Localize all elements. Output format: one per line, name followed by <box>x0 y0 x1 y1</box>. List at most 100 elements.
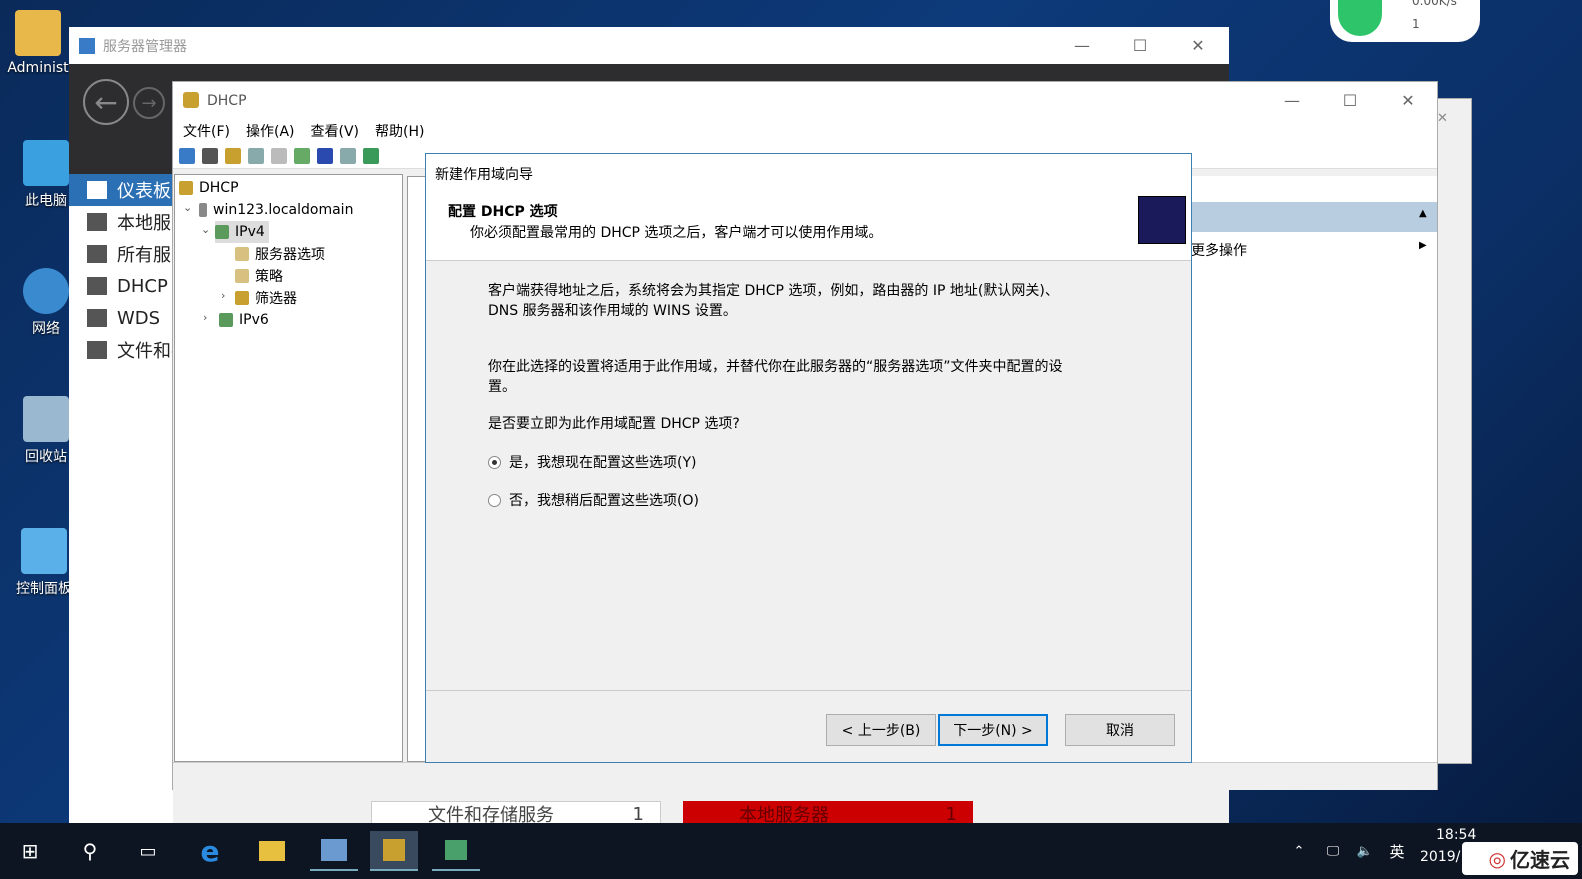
search-icon[interactable]: ⚲ <box>66 831 114 871</box>
properties-icon[interactable] <box>271 147 287 164</box>
wifi-icon <box>1338 0 1382 36</box>
back-icon[interactable] <box>179 147 195 164</box>
nav-item-local-server[interactable]: 本地服务器 <box>69 206 173 238</box>
server-manager-taskbar-icon[interactable] <box>310 831 358 871</box>
maximize-button[interactable]: ☐ <box>1111 27 1169 63</box>
network-icon <box>23 268 69 314</box>
background-close-icon[interactable]: ✕ <box>1437 111 1448 126</box>
up-folder-icon[interactable] <box>225 147 241 164</box>
network-speed-widget[interactable]: 0.00K/s 1 <box>1330 0 1480 42</box>
dhcp-icon <box>87 277 107 295</box>
server-manager-icon <box>79 37 95 54</box>
chevron-up-icon[interactable]: ⌃ <box>1284 831 1314 871</box>
control-panel-icon <box>21 528 67 574</box>
wizard-header: 新建作用域向导 配置 DHCP 选项 你必须配置最常用的 DHCP 选项之后，客… <box>426 154 1191 261</box>
wizard-folder-icon <box>1138 196 1186 244</box>
server-manager-nav: 仪表板 本地服务器 所有服务器 DHCP WDS 文件和存储服务 <box>69 174 173 827</box>
tree-item-dhcp[interactable]: DHCP <box>179 177 239 199</box>
maximize-button[interactable]: ☐ <box>1321 82 1379 118</box>
ime-indicator[interactable]: 英 <box>1382 831 1412 871</box>
collapse-chevron-icon[interactable]: ⌄ <box>183 201 192 214</box>
tree-item-filters[interactable]: 筛选器 <box>235 287 297 309</box>
window-title: 服务器管理器 <box>103 38 187 55</box>
taskbar: ⊞ ⚲ ▭ e ⌃ 🖵 🔈 英 18:54 2019/ ▭ <box>0 823 1582 879</box>
server-icon <box>199 203 207 217</box>
radio-unselected-icon <box>488 493 501 507</box>
submenu-arrow-icon: ▶ <box>1419 240 1427 251</box>
description-line: 你在此选择的设置将适用于此作用域，并替代你在此服务器的“服务器选项”文件夹中配置… <box>488 359 1063 375</box>
menu-file[interactable]: 文件(F) <box>183 121 230 141</box>
tile-count: 1 <box>945 803 957 825</box>
menu-bar: 文件(F) 操作(A) 查看(V) 帮助(H) <box>173 119 1437 143</box>
device-count: 1 <box>1412 17 1420 31</box>
close-button[interactable]: ✕ <box>1169 27 1227 63</box>
filter-icon <box>235 291 249 305</box>
tree-item-server[interactable]: win123.localdomain <box>199 199 353 221</box>
nav-item-all-servers[interactable]: 所有服务器 <box>69 238 173 270</box>
new-scope-wizard-dialog: 新建作用域向导 配置 DHCP 选项 你必须配置最常用的 DHCP 选项之后，客… <box>425 153 1192 763</box>
close-button[interactable]: ✕ <box>1379 82 1437 118</box>
minimize-button[interactable]: — <box>1263 82 1321 118</box>
actions-header[interactable] <box>1191 202 1437 232</box>
recycle-bin-icon <box>23 396 69 442</box>
tile-count: 1 <box>632 803 644 825</box>
servers-icon <box>87 245 107 263</box>
refresh-icon[interactable] <box>294 147 310 164</box>
clock-date[interactable]: 2019/ <box>1420 849 1460 865</box>
tree-item-policies[interactable]: 策略 <box>235 265 283 287</box>
folder-icon <box>235 269 249 283</box>
start-button[interactable]: ⊞ <box>6 831 54 871</box>
file-storage-icon <box>87 341 107 359</box>
menu-help[interactable]: 帮助(H) <box>375 121 424 141</box>
radio-configure-now[interactable]: 是，我想现在配置这些选项(Y) <box>488 452 696 472</box>
watermark-logo-icon: ◎ <box>1488 846 1506 871</box>
network-tray-icon[interactable]: 🖵 <box>1318 831 1348 871</box>
show-hide-tree-icon[interactable] <box>248 147 264 164</box>
monitor-icon[interactable] <box>363 147 379 164</box>
desktop-icon-administrator[interactable]: Administ <box>2 10 74 76</box>
nav-item-wds[interactable]: WDS <box>69 302 173 334</box>
tree-item-server-options[interactable]: 服务器选项 <box>235 243 325 265</box>
menu-action[interactable]: 操作(A) <box>246 121 295 141</box>
server-icon <box>87 213 107 231</box>
dhcp-trophy-icon <box>179 181 193 195</box>
clock-time[interactable]: 18:54 <box>1436 827 1476 843</box>
nav-item-file-storage[interactable]: 文件和存储服务 <box>69 334 173 366</box>
action-pane-icon[interactable] <box>340 147 356 164</box>
nav-item-dhcp[interactable]: DHCP <box>69 270 173 302</box>
expand-chevron-icon[interactable]: › <box>221 289 225 302</box>
wizard-caption: 新建作用域向导 <box>435 167 533 183</box>
description-line: 客户端获得地址之后，系统将会为其指定 DHCP 选项，例如，路由器的 IP 地址… <box>488 283 1059 299</box>
minimize-button[interactable]: — <box>1053 27 1111 63</box>
back-button[interactable]: < 上一步(B) <box>826 714 936 746</box>
collapse-chevron-icon[interactable]: ⌄ <box>201 223 210 236</box>
folder-icon <box>235 247 249 261</box>
ipv6-icon <box>219 313 233 327</box>
tree-item-ipv4[interactable]: IPv4 <box>215 221 269 243</box>
wds-taskbar-icon[interactable] <box>432 831 480 871</box>
task-view-icon[interactable]: ▭ <box>124 831 172 871</box>
divider <box>426 690 1191 691</box>
collapse-arrow-icon[interactable]: ▲ <box>1419 208 1427 219</box>
file-explorer-icon[interactable] <box>248 831 296 871</box>
window-title: DHCP <box>207 92 247 109</box>
radio-configure-later[interactable]: 否，我想稍后配置这些选项(O) <box>488 490 699 510</box>
more-actions[interactable]: 更多操作 <box>1191 240 1247 260</box>
menu-view[interactable]: 查看(V) <box>311 121 360 141</box>
dhcp-titlebar: DHCP <box>173 82 1437 119</box>
nav-item-dashboard[interactable]: 仪表板 <box>69 174 173 206</box>
dhcp-taskbar-icon[interactable] <box>370 831 418 871</box>
expand-chevron-icon[interactable]: › <box>203 311 207 324</box>
forward-icon[interactable] <box>202 147 218 164</box>
dashboard-icon <box>87 181 107 199</box>
back-arrow-icon[interactable]: ← <box>83 79 129 125</box>
volume-muted-icon[interactable]: 🔈 <box>1350 831 1380 871</box>
network-speed: 0.00K/s <box>1412 0 1457 8</box>
tree-item-ipv6[interactable]: IPv6 <box>219 309 269 331</box>
forward-arrow-icon[interactable]: → <box>133 87 165 119</box>
help-icon[interactable] <box>317 147 333 164</box>
cancel-button[interactable]: 取消 <box>1065 714 1175 746</box>
internet-explorer-icon[interactable]: e <box>186 831 234 871</box>
next-button[interactable]: 下一步(N) > <box>938 714 1048 746</box>
user-folder-icon <box>15 10 61 56</box>
